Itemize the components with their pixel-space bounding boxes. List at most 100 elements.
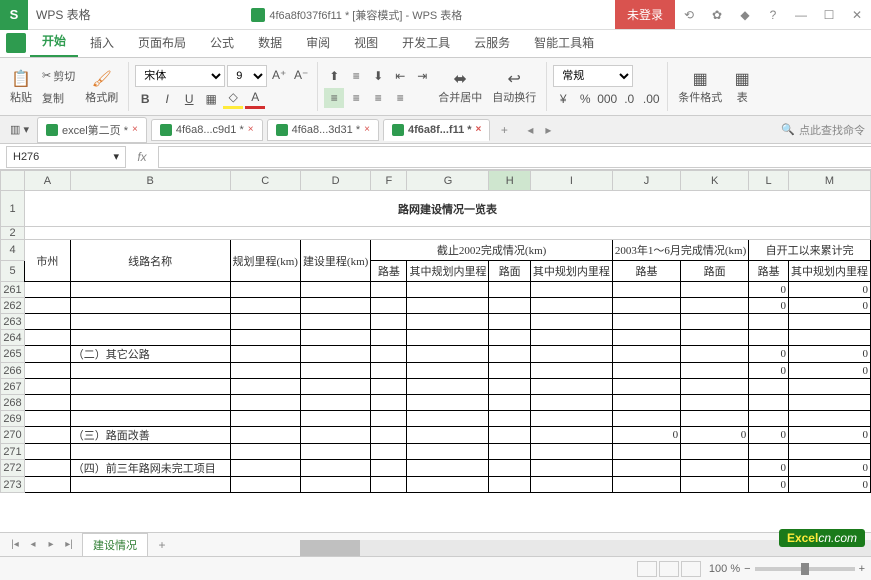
doc-tab-0[interactable]: excel第二页 *×	[37, 117, 147, 143]
col-header-l[interactable]: L	[749, 171, 789, 191]
align-center-button[interactable]: ≡	[346, 88, 366, 108]
italic-button[interactable]: I	[157, 89, 177, 109]
align-bottom-button[interactable]: ⬇	[368, 66, 388, 86]
row-header[interactable]: 268	[1, 395, 25, 411]
close-tab-icon[interactable]: ×	[476, 124, 482, 135]
zoom-slider[interactable]	[755, 567, 855, 571]
col-header-i[interactable]: I	[530, 171, 612, 191]
bold-button[interactable]: B	[135, 89, 155, 109]
tab-review[interactable]: 审阅	[294, 28, 342, 57]
col-header-a[interactable]: A	[25, 171, 71, 191]
doc-tab-2[interactable]: 4f6a8...3d31 *×	[267, 119, 379, 141]
command-search[interactable]: 🔍点此查找命令	[781, 122, 865, 138]
row-header[interactable]: 265	[1, 346, 25, 363]
merge-center-button[interactable]: ⬌ 合并居中	[434, 67, 486, 107]
row-header[interactable]: 266	[1, 363, 25, 379]
cell-surface-improve[interactable]: （三）路面改善	[70, 427, 230, 444]
number-format-select[interactable]: 常规	[553, 65, 633, 87]
tab-smart-tools[interactable]: 智能工具箱	[522, 28, 606, 57]
format-painter-button[interactable]: 🖌 格式刷	[81, 67, 122, 107]
row-header[interactable]: 269	[1, 411, 25, 427]
insert-function-button[interactable]: fx	[130, 150, 154, 164]
close-button[interactable]: ✕	[843, 0, 871, 30]
sync-icon[interactable]: ⟲	[675, 0, 703, 30]
spreadsheet-grid[interactable]: A B C D F G H I J K L M 1 路网建设情况一览表 2 4 …	[0, 170, 871, 532]
copy-button[interactable]: 复制	[38, 88, 79, 108]
align-left-button[interactable]: ≡	[324, 88, 344, 108]
increase-font-button[interactable]: A⁺	[269, 65, 289, 85]
row-header[interactable]: 271	[1, 444, 25, 460]
col-header-h[interactable]: H	[489, 171, 530, 191]
zoom-out-button[interactable]: −	[744, 563, 750, 575]
sheet-prev-button[interactable]: ◂	[24, 536, 42, 554]
select-all-corner[interactable]	[1, 171, 25, 191]
doc-tab-3[interactable]: 4f6a8f...f11 *×	[383, 119, 490, 141]
col-header-j[interactable]: J	[612, 171, 680, 191]
cell-unfinished[interactable]: （四）前三年路网未完工项目	[70, 460, 230, 477]
align-justify-button[interactable]: ≡	[390, 88, 410, 108]
tab-start[interactable]: 开始	[30, 26, 78, 57]
decrease-font-button[interactable]: A⁻	[291, 65, 311, 85]
align-top-button[interactable]: ⬆	[324, 66, 344, 86]
tab-next-button[interactable]: ▸	[540, 122, 556, 138]
help-icon[interactable]: ?	[759, 0, 787, 30]
add-sheet-button[interactable]: +	[152, 535, 172, 555]
zoom-in-button[interactable]: +	[859, 563, 865, 575]
col-header-f[interactable]: F	[371, 171, 407, 191]
tab-insert[interactable]: 插入	[78, 28, 126, 57]
col-header-m[interactable]: M	[788, 171, 870, 191]
tab-page-layout[interactable]: 页面布局	[126, 28, 198, 57]
align-middle-button[interactable]: ≡	[346, 66, 366, 86]
close-tab-icon[interactable]: ×	[132, 124, 138, 135]
indent-left-button[interactable]: ⇤	[390, 66, 410, 86]
tab-prev-button[interactable]: ◂	[522, 122, 538, 138]
formula-input[interactable]	[158, 146, 871, 168]
cell-other-roads[interactable]: （二）其它公路	[70, 346, 230, 363]
minimize-button[interactable]: —	[787, 0, 815, 30]
decrease-decimal-button[interactable]: .0	[619, 89, 639, 109]
cut-button[interactable]: ✂剪切	[38, 66, 79, 86]
comma-button[interactable]: 000	[597, 89, 617, 109]
doc-tab-1[interactable]: 4f6a8...c9d1 *×	[151, 119, 263, 141]
view-page-button[interactable]	[659, 561, 679, 577]
tab-cloud[interactable]: 云服务	[462, 28, 522, 57]
close-tab-icon[interactable]: ×	[364, 124, 370, 135]
sheet-tab-active[interactable]: 建设情况	[82, 533, 148, 557]
row-header[interactable]: 4	[1, 240, 25, 261]
sheet-last-button[interactable]: ▸|	[60, 536, 78, 554]
login-button[interactable]: 未登录	[615, 0, 675, 29]
auto-wrap-button[interactable]: ↩ 自动换行	[488, 67, 540, 107]
app-menu-button[interactable]	[6, 33, 26, 53]
col-header-d[interactable]: D	[300, 171, 370, 191]
view-break-button[interactable]	[681, 561, 701, 577]
chevron-down-icon[interactable]: ▾	[113, 150, 119, 163]
tab-data[interactable]: 数据	[246, 28, 294, 57]
percent-button[interactable]: %	[575, 89, 595, 109]
skin-icon[interactable]: ◆	[731, 0, 759, 30]
row-header[interactable]: 1	[1, 191, 25, 227]
sheet-first-button[interactable]: |◂	[6, 536, 24, 554]
col-header-g[interactable]: G	[407, 171, 489, 191]
row-header[interactable]: 2	[1, 227, 25, 240]
row-header[interactable]: 272	[1, 460, 25, 477]
font-color-button[interactable]: A	[245, 89, 265, 109]
name-box[interactable]: H276▾	[6, 146, 126, 168]
row-header[interactable]: 263	[1, 314, 25, 330]
sheet-next-button[interactable]: ▸	[42, 536, 60, 554]
row-header[interactable]: 273	[1, 477, 25, 493]
border-button[interactable]: ▦	[201, 89, 221, 109]
doc-list-button[interactable]: ▥ ▾	[6, 121, 33, 138]
row-header[interactable]: 267	[1, 379, 25, 395]
tab-dev-tools[interactable]: 开发工具	[390, 28, 462, 57]
font-size-select[interactable]: 9	[227, 65, 267, 87]
tab-view[interactable]: 视图	[342, 28, 390, 57]
col-header-c[interactable]: C	[230, 171, 300, 191]
col-header-k[interactable]: K	[681, 171, 749, 191]
row-header[interactable]: 5	[1, 261, 25, 282]
underline-button[interactable]: U	[179, 89, 199, 109]
indent-right-button[interactable]: ⇥	[412, 66, 432, 86]
row-header[interactable]: 264	[1, 330, 25, 346]
align-right-button[interactable]: ≡	[368, 88, 388, 108]
row-header[interactable]: 270	[1, 427, 25, 444]
row-header[interactable]: 261	[1, 282, 25, 298]
